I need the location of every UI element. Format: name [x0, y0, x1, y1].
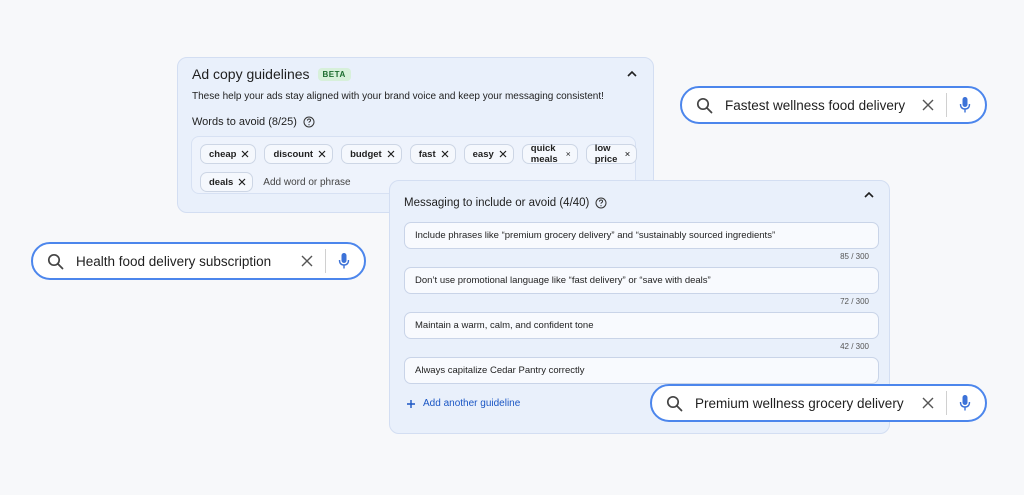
search-divider: [946, 391, 947, 415]
word-chip: budget: [341, 144, 402, 164]
search-icon: [666, 395, 683, 411]
words-to-avoid-heading: Words to avoid (8/25): [192, 116, 639, 128]
guideline-field[interactable]: Include phrases like “premium grocery de…: [404, 222, 879, 249]
chip-label: quick meals: [530, 143, 558, 165]
microphone-icon[interactable]: [338, 252, 350, 270]
word-chip: quick meals: [521, 143, 578, 165]
add-word-input[interactable]: Add word or phrase: [263, 177, 350, 188]
chip-label: budget: [350, 148, 382, 160]
word-chip: fast: [409, 144, 456, 164]
add-guideline-label: Add another guideline: [423, 398, 521, 409]
help-circle-icon[interactable]: [303, 116, 315, 128]
chevron-up-icon[interactable]: [627, 69, 637, 79]
chevron-up-icon[interactable]: [864, 190, 874, 200]
close-icon[interactable]: [922, 99, 934, 111]
search-bar[interactable]: Premium wellness grocery delivery: [650, 384, 987, 422]
search-icon: [47, 253, 64, 269]
word-chip: cheap: [200, 144, 257, 164]
search-bar[interactable]: Health food delivery subscription: [31, 242, 366, 280]
remove-chip-icon[interactable]: [625, 150, 631, 158]
search-query[interactable]: Premium wellness grocery delivery: [695, 396, 922, 411]
words-to-avoid-label: Words to avoid (8/25): [192, 116, 297, 128]
guideline-field[interactable]: Maintain a warm, calm, and confident ton…: [404, 312, 879, 339]
remove-chip-icon[interactable]: [499, 150, 507, 158]
search-icon: [696, 97, 713, 113]
word-chip: deals: [200, 172, 254, 192]
chip-label: deals: [209, 176, 234, 188]
guideline-field[interactable]: Always capitalize Cedar Pantry correctly: [404, 357, 879, 384]
char-count: 42 / 300: [840, 342, 869, 351]
search-query[interactable]: Health food delivery subscription: [76, 254, 301, 269]
chip-row: cheap discount budget fast easy quick me…: [200, 142, 638, 166]
search-query[interactable]: Fastest wellness food delivery: [725, 98, 922, 113]
guidelines-header: Ad copy guidelines BETA: [192, 66, 639, 82]
remove-chip-icon[interactable]: [318, 150, 326, 158]
remove-chip-icon[interactable]: [241, 150, 249, 158]
guidelines-title: Ad copy guidelines: [192, 66, 310, 82]
word-chip: discount: [264, 144, 334, 164]
guidelines-description: These help your ads stay aligned with yo…: [192, 91, 604, 102]
word-chip: easy: [463, 144, 514, 164]
search-bar[interactable]: Fastest wellness food delivery: [680, 86, 987, 124]
chip-label: fast: [418, 148, 436, 160]
chip-label: cheap: [209, 148, 237, 160]
messaging-heading: Messaging to include or avoid (4/40): [404, 197, 875, 209]
word-chip: low price: [585, 143, 638, 165]
char-count: 85 / 300: [840, 252, 869, 261]
help-circle-icon[interactable]: [595, 197, 607, 209]
chip-label: low price: [594, 143, 618, 165]
char-count: 72 / 300: [840, 297, 869, 306]
messaging-title: Messaging to include or avoid (4/40): [404, 197, 590, 209]
remove-chip-icon[interactable]: [566, 150, 571, 158]
guideline-field[interactable]: Don’t use promotional language like “fas…: [404, 267, 879, 294]
microphone-icon[interactable]: [959, 96, 971, 114]
plus-icon: [407, 399, 415, 408]
chip-label: easy: [472, 148, 494, 160]
microphone-icon[interactable]: [959, 394, 971, 412]
search-divider: [325, 249, 326, 273]
remove-chip-icon[interactable]: [441, 150, 449, 158]
chip-label: discount: [273, 148, 314, 160]
beta-badge: BETA: [317, 67, 351, 81]
close-icon[interactable]: [301, 255, 313, 267]
remove-chip-icon[interactable]: [238, 178, 246, 186]
close-icon[interactable]: [922, 397, 934, 409]
remove-chip-icon[interactable]: [387, 150, 395, 158]
search-divider: [946, 93, 947, 117]
